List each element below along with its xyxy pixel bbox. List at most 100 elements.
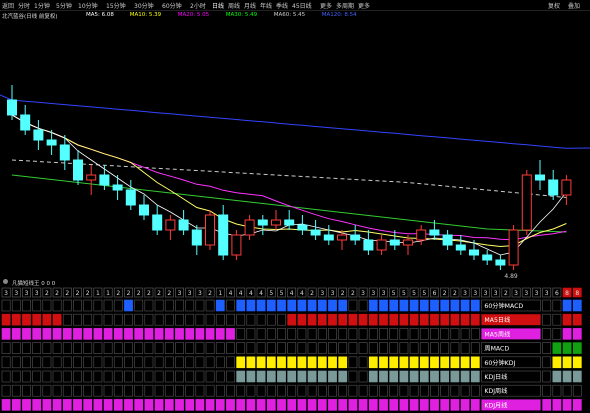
signal-cell bbox=[542, 299, 552, 312]
signal-cell bbox=[73, 370, 82, 383]
signal-cell bbox=[470, 342, 480, 354]
period-tab-5[interactable]: 15分钟 bbox=[106, 1, 126, 10]
signal-cell bbox=[1, 356, 11, 369]
period-tab-3[interactable]: 5分钟 bbox=[56, 1, 72, 10]
period-tab-13[interactable]: 季线 bbox=[276, 1, 288, 10]
signal-row-label: KDJ月线 bbox=[484, 401, 507, 409]
signal-cell bbox=[328, 399, 337, 411]
signal-cell bbox=[113, 399, 123, 411]
signal-cell bbox=[307, 370, 317, 383]
signal-cell bbox=[83, 356, 93, 369]
signal-cell bbox=[297, 313, 307, 326]
signal-count-cell: 2 bbox=[450, 287, 460, 298]
signal-cell bbox=[297, 299, 307, 312]
period-tab-9[interactable]: 日线 bbox=[212, 1, 224, 10]
candle bbox=[350, 225, 361, 245]
signal-cell bbox=[42, 384, 52, 397]
signal-cell bbox=[317, 399, 327, 411]
period-tab-14[interactable]: 45日线 bbox=[292, 1, 312, 10]
signal-cell bbox=[236, 399, 246, 411]
toolbar-right-0[interactable]: 复权 bbox=[548, 1, 560, 10]
signal-cell bbox=[62, 370, 72, 383]
signal-cell bbox=[562, 370, 572, 383]
svg-text:4: 4 bbox=[239, 290, 243, 297]
period-tab-11[interactable]: 月线 bbox=[244, 1, 256, 10]
period-tab-8[interactable]: 2小时 bbox=[190, 1, 206, 10]
signal-cell bbox=[358, 399, 368, 411]
signal-cell bbox=[205, 313, 215, 326]
signal-cell bbox=[103, 328, 113, 340]
signal-cell bbox=[440, 356, 450, 369]
signal-row-label: 60分钟MACD bbox=[484, 302, 523, 310]
svg-text:2: 2 bbox=[453, 290, 457, 297]
signal-cell bbox=[307, 313, 317, 326]
signal-cell bbox=[134, 313, 144, 326]
period-tab-16[interactable]: 多周期 bbox=[336, 1, 354, 10]
signal-cell bbox=[460, 399, 470, 411]
signal-count-cell: 4 bbox=[246, 287, 256, 298]
signal-count-cell: 1 bbox=[215, 287, 225, 298]
signal-cell bbox=[572, 370, 582, 383]
signal-cell bbox=[236, 384, 246, 397]
signal-cell bbox=[103, 299, 113, 312]
signal-cell bbox=[389, 370, 399, 383]
signal-cell bbox=[164, 299, 174, 312]
candle bbox=[561, 175, 572, 205]
signal-count-cell: 3 bbox=[542, 287, 552, 298]
signal-count-cell: 3 bbox=[11, 287, 21, 298]
period-tab-4[interactable]: 10分钟 bbox=[78, 1, 98, 10]
signal-cell bbox=[226, 356, 235, 369]
signal-count-cell: 3 bbox=[195, 287, 205, 298]
signal-cell bbox=[542, 384, 552, 397]
signal-cell bbox=[205, 384, 215, 397]
signal-cell bbox=[450, 384, 460, 397]
period-tab-15[interactable]: 更多 bbox=[320, 1, 332, 10]
signal-cell bbox=[440, 328, 450, 340]
signal-cell bbox=[430, 313, 439, 326]
signal-cell bbox=[52, 399, 62, 411]
signal-cell bbox=[338, 384, 348, 397]
signal-cell bbox=[32, 313, 42, 326]
period-tab-10[interactable]: 周线 bbox=[228, 1, 240, 10]
period-tab-1[interactable]: 分时 bbox=[18, 1, 30, 10]
signal-cell bbox=[144, 342, 154, 354]
candlestick-chart[interactable]: 4.89 bbox=[0, 20, 590, 278]
signal-cell bbox=[348, 328, 358, 340]
signal-cell bbox=[246, 328, 256, 340]
signal-cell bbox=[113, 370, 123, 383]
signal-cell bbox=[409, 370, 419, 383]
signal-cell bbox=[399, 299, 409, 312]
signal-count-cell: 2 bbox=[134, 287, 144, 298]
period-tab-7[interactable]: 60分钟 bbox=[162, 1, 182, 10]
period-tab-2[interactable]: 1分钟 bbox=[34, 1, 50, 10]
candle bbox=[244, 215, 255, 240]
candle bbox=[165, 215, 176, 240]
svg-text:4: 4 bbox=[229, 290, 233, 297]
signal-count-cell: 2 bbox=[154, 287, 164, 298]
signal-cell bbox=[379, 299, 388, 312]
toolbar-right-1[interactable]: 叠加 bbox=[568, 1, 580, 10]
signal-cell bbox=[338, 342, 348, 354]
signal-count-cell: 3 bbox=[175, 287, 184, 298]
signal-cell bbox=[348, 313, 358, 326]
candle bbox=[297, 215, 308, 235]
signal-cell bbox=[73, 313, 82, 326]
period-tab-6[interactable]: 30分钟 bbox=[134, 1, 154, 10]
signal-cell bbox=[205, 370, 215, 383]
signal-cell bbox=[73, 299, 82, 312]
signal-count-cell: 3 bbox=[358, 287, 368, 298]
signal-cell bbox=[266, 299, 276, 312]
period-tab-0[interactable]: 返回 bbox=[2, 1, 14, 10]
signal-cell bbox=[338, 328, 348, 340]
signal-cell bbox=[297, 384, 307, 397]
signal-cell bbox=[389, 299, 399, 312]
svg-text:3: 3 bbox=[14, 290, 18, 297]
signal-cell bbox=[62, 356, 72, 369]
signal-cell bbox=[22, 356, 31, 369]
period-tab-17[interactable]: 更多 bbox=[358, 1, 370, 10]
signal-cell bbox=[124, 384, 133, 397]
signal-cell bbox=[430, 384, 439, 397]
period-tab-12[interactable]: 年线 bbox=[260, 1, 272, 10]
signal-cell bbox=[215, 356, 225, 369]
signal-cell bbox=[144, 313, 154, 326]
